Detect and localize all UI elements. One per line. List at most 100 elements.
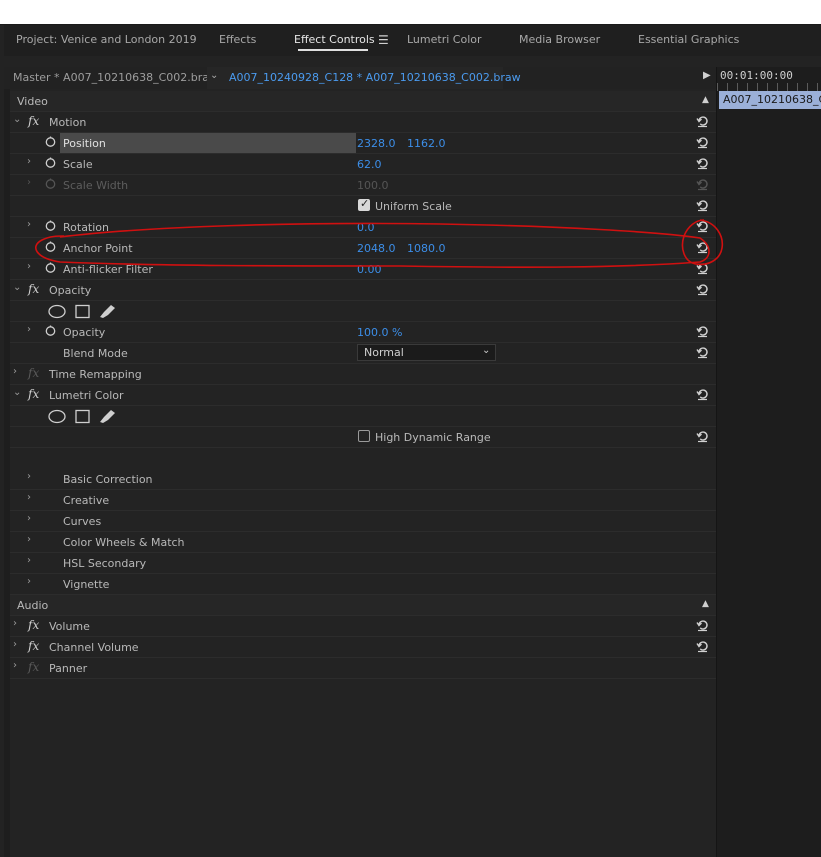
reset-icon[interactable] [696,199,709,212]
reset-icon[interactable] [696,430,709,443]
opacity-effect-row[interactable]: ⌄ fx Opacity [10,280,716,301]
chevron-right-icon[interactable]: › [27,156,31,167]
chevron-right-icon[interactable]: › [27,576,31,587]
position-y-value[interactable]: 1162.0 [407,137,446,150]
reset-icon[interactable] [696,115,709,128]
stopwatch-icon[interactable] [45,157,56,168]
reset-icon[interactable] [696,220,709,233]
hdr-checkbox[interactable] [358,430,370,442]
fx-icon[interactable]: fx [28,618,39,632]
audio-section-header: Audio ▲ [10,595,716,616]
chevron-right-icon[interactable]: › [13,618,17,629]
active-tab-indicator [298,49,368,51]
chevron-right-icon[interactable]: › [27,513,31,524]
tab-lumetri-color[interactable]: Lumetri Color [407,33,482,46]
panner-label: Panner [49,662,88,675]
fx-icon[interactable]: fx [28,114,39,128]
stopwatch-icon[interactable] [45,262,56,273]
time-remapping-row[interactable]: › fx Time Remapping [10,364,716,385]
stopwatch-icon[interactable] [45,136,56,147]
chevron-right-icon[interactable]: › [27,555,31,566]
position-row[interactable]: Position 2328.0 1162.0 [10,133,716,154]
timeline-clip[interactable]: A007_10210638_C0 [719,91,821,109]
basic-correction-label: Basic Correction [63,473,153,486]
opacity-value-row[interactable]: › Opacity 100.0 % [10,322,716,343]
rotation-value[interactable]: 0.0 [357,221,375,234]
chevron-down-icon[interactable]: ⌄ [13,282,21,293]
position-x-value[interactable]: 2328.0 [357,137,396,150]
chevron-down-icon[interactable]: ⌄ [210,70,218,81]
fx-icon[interactable]: fx [28,387,39,401]
anchor-y-value[interactable]: 1080.0 [407,242,446,255]
collapse-up-icon[interactable]: ▲ [702,95,709,105]
reset-icon[interactable] [696,346,709,359]
chevron-right-icon[interactable]: › [27,219,31,230]
opacity-mask-tools-row [10,301,716,322]
anti-flicker-value[interactable]: 0.00 [357,263,382,276]
chevron-right-icon[interactable]: › [27,324,31,335]
panner-effect-row[interactable]: › fx Panner [10,658,716,679]
scale-width-value: 100.0 [357,179,389,192]
master-clip-label[interactable]: Master * A007_10210638_C002.braw [13,71,218,84]
mini-timeline[interactable]: 00:01:00:00 A007_10210638_C0 [716,67,821,857]
chevron-down-icon[interactable]: ⌄ [13,387,21,398]
tab-effect-controls[interactable]: Effect Controls [294,33,375,46]
reset-icon[interactable] [696,619,709,632]
lumetri-subsection-row[interactable]: › Creative [10,490,716,511]
chevron-right-icon[interactable]: › [13,660,17,671]
stopwatch-icon[interactable] [45,325,56,336]
lumetri-mask-tools-row [10,406,716,427]
anchor-x-value[interactable]: 2048.0 [357,242,396,255]
fx-icon[interactable]: fx [28,639,39,653]
anchor-point-label: Anchor Point [63,242,133,255]
channel-volume-effect-row[interactable]: › fx Channel Volume [10,637,716,658]
chevron-right-icon[interactable]: › [27,534,31,545]
tab-effects[interactable]: Effects [219,33,256,46]
reset-icon[interactable] [696,388,709,401]
reset-icon[interactable] [696,283,709,296]
stopwatch-icon[interactable] [45,220,56,231]
stopwatch-icon[interactable] [45,241,56,252]
chevron-right-icon[interactable]: › [13,639,17,650]
fx-icon[interactable]: fx [28,282,39,296]
play-triangle-icon[interactable]: ▶ [703,70,711,81]
rotation-row[interactable]: › Rotation 0.0 [10,217,716,238]
opacity-effect-label: Opacity [49,284,92,297]
tab-project[interactable]: Project: Venice and London 2019 [16,33,197,46]
uniform-scale-row: ✓ Uniform Scale [10,196,716,217]
chevron-down-icon: ⌄ [482,345,491,356]
reset-icon[interactable] [696,136,709,149]
tab-essential-graphics[interactable]: Essential Graphics [638,33,739,46]
lumetri-subsection-row[interactable]: › Color Wheels & Match [10,532,716,553]
lumetri-subsection-row[interactable]: › Curves [10,511,716,532]
reset-icon[interactable] [696,640,709,653]
reset-icon[interactable] [696,325,709,338]
sequence-clip-label[interactable]: A007_10240928_C128 * A007_10210638_C002.… [229,71,521,84]
motion-effect-row[interactable]: ⌄ fx Motion [10,112,716,133]
lumetri-subsection-row[interactable]: › Vignette [10,574,716,595]
collapse-up-icon[interactable]: ▲ [702,599,709,609]
lumetri-subsection-row[interactable]: › Basic Correction [10,469,716,490]
reset-icon[interactable] [696,262,709,275]
chevron-right-icon[interactable]: › [27,261,31,272]
tab-media-browser[interactable]: Media Browser [519,33,600,46]
time-ruler[interactable] [717,83,821,91]
anchor-point-row[interactable]: Anchor Point 2048.0 1080.0 [10,238,716,259]
chevron-right-icon[interactable]: › [27,492,31,503]
chevron-down-icon[interactable]: ⌄ [13,114,21,125]
chevron-right-icon[interactable]: › [13,366,17,377]
reset-icon[interactable] [696,241,709,254]
anti-flicker-row[interactable]: › Anti-flicker Filter 0.00 [10,259,716,280]
opacity-value[interactable]: 100.0 % [357,326,402,339]
hamburger-menu-icon[interactable]: ☰ [378,33,389,47]
scale-value[interactable]: 62.0 [357,158,382,171]
effect-controls-panel: Project: Venice and London 2019 Effects … [0,24,821,857]
blend-mode-dropdown[interactable]: Normal ⌄ [357,344,496,361]
lumetri-effect-row[interactable]: ⌄ fx Lumetri Color [10,385,716,406]
uniform-scale-checkbox[interactable]: ✓ [358,197,370,211]
volume-effect-row[interactable]: › fx Volume [10,616,716,637]
reset-icon[interactable] [696,157,709,170]
chevron-right-icon[interactable]: › [27,471,31,482]
lumetri-subsection-row[interactable]: › HSL Secondary [10,553,716,574]
scale-row[interactable]: › Scale 62.0 [10,154,716,175]
